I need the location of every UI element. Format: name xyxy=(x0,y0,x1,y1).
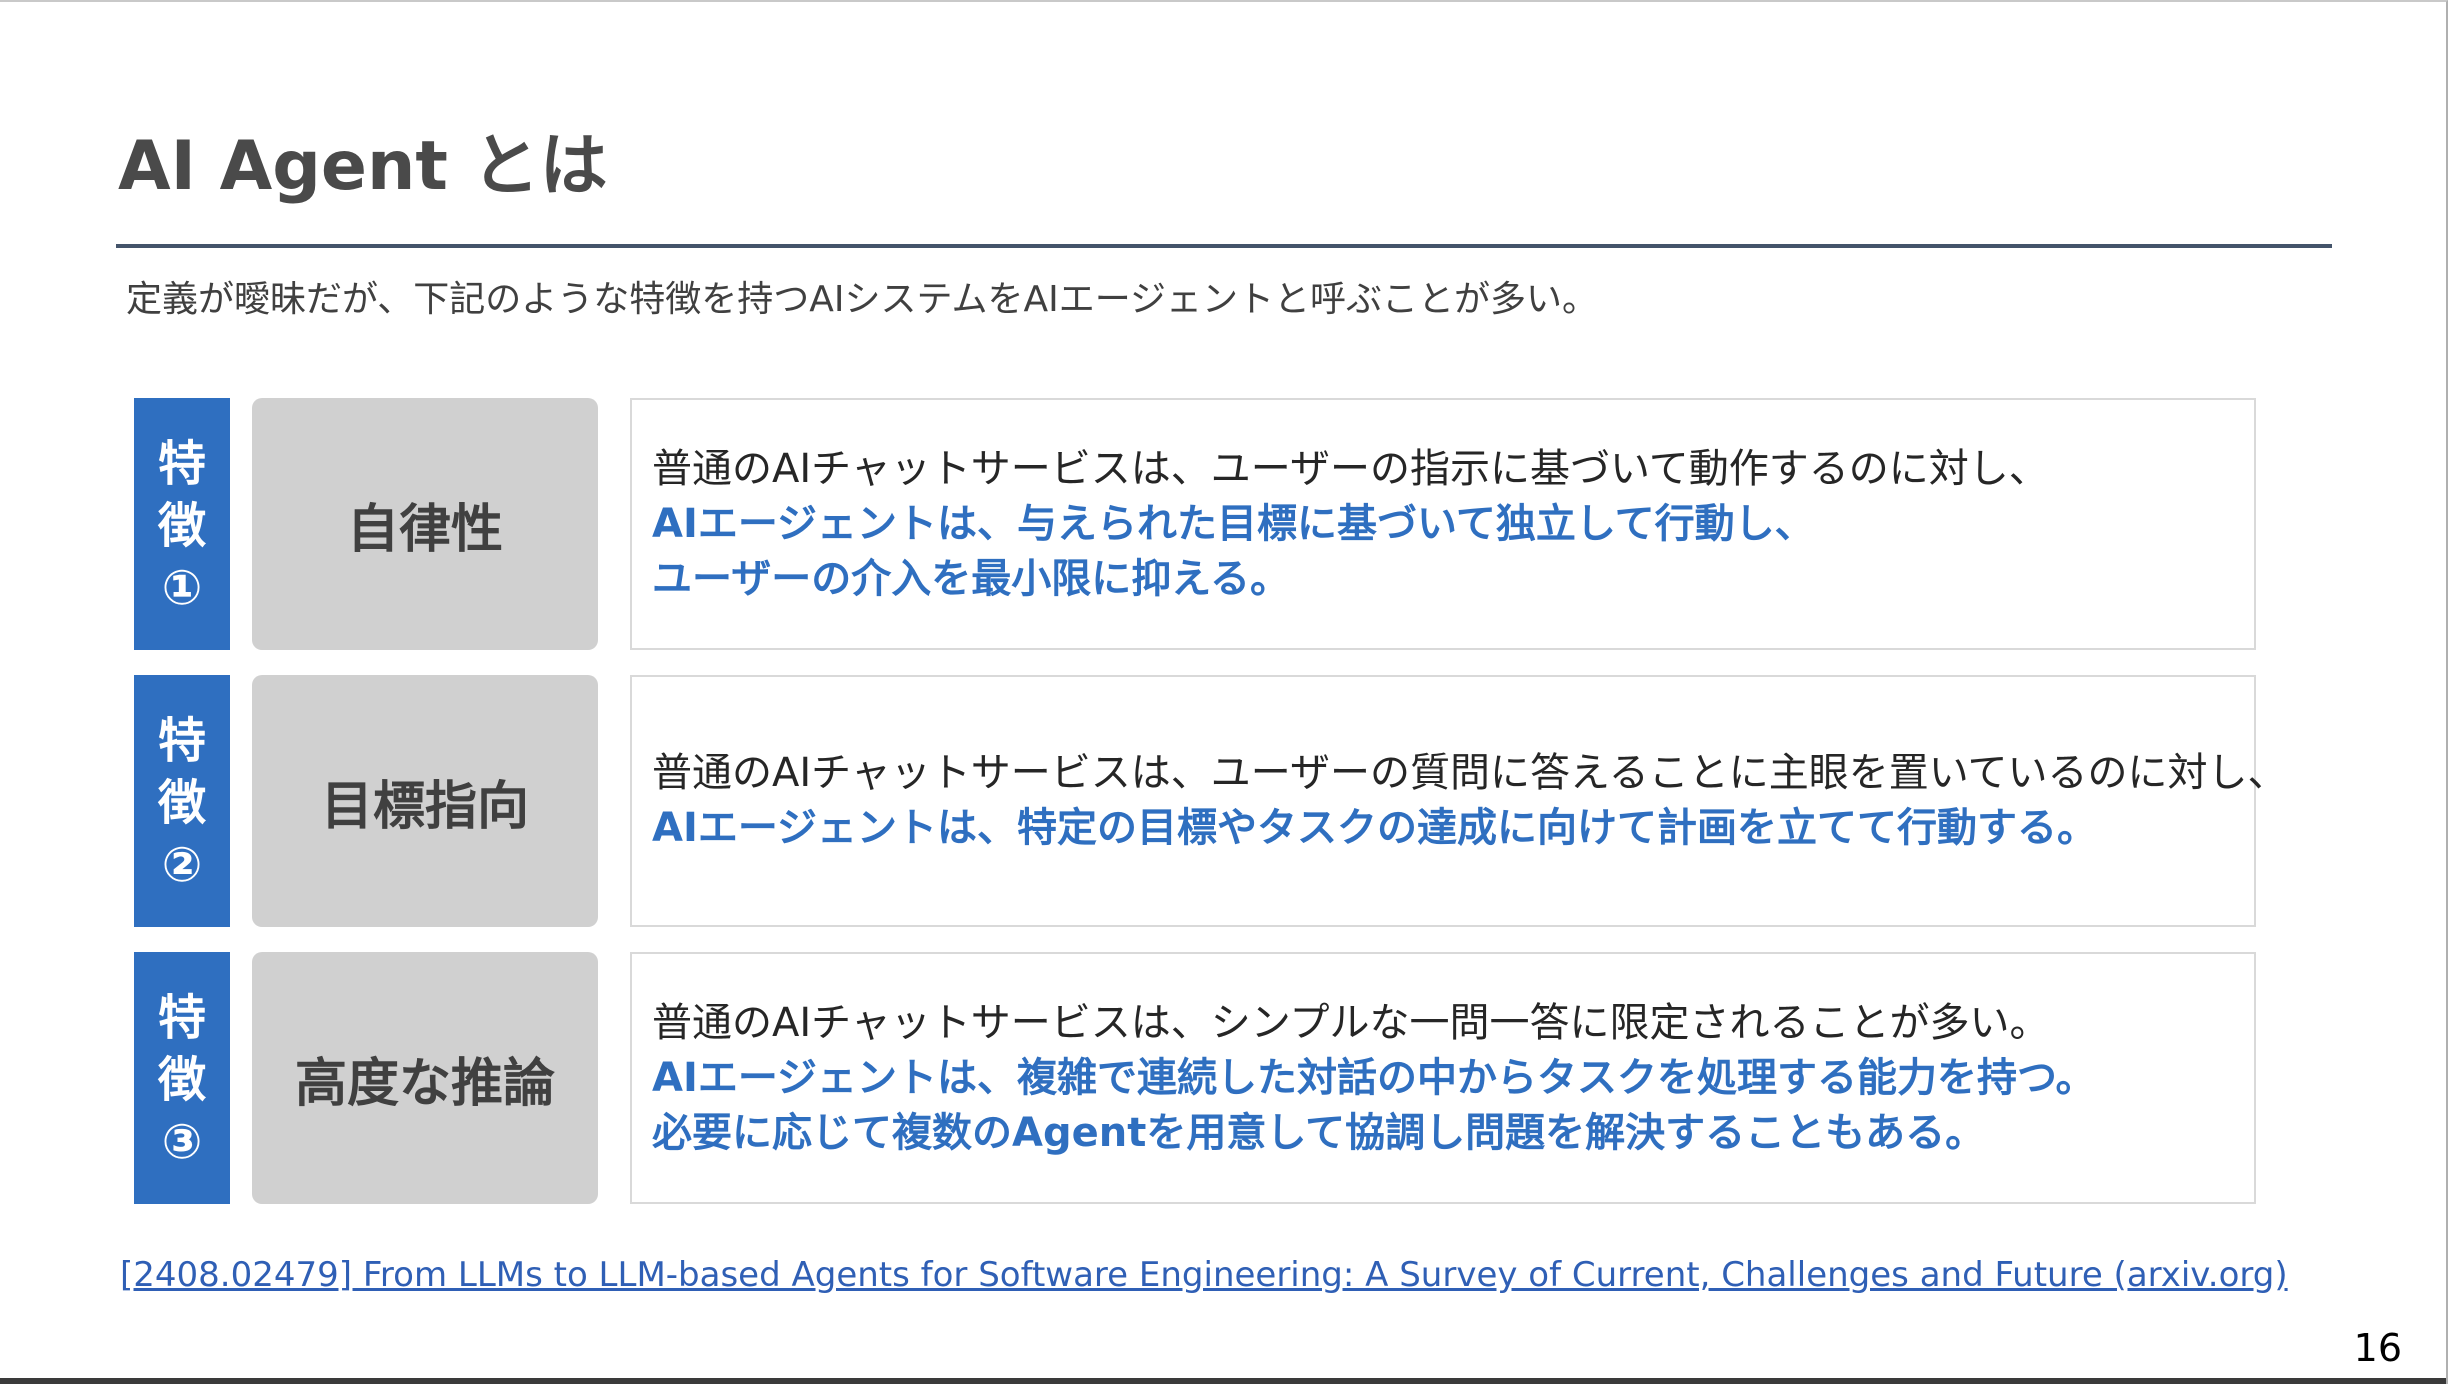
feature-description: 普通のAIチャットサービスは、シンプルな一問一答に限定されることが多い。 AIエ… xyxy=(630,952,2256,1204)
slide: AI Agent とは 定義が曖昧だが、下記のような特徴を持つAIシステムをAI… xyxy=(0,0,2448,1384)
title-divider xyxy=(116,244,2332,248)
feature-badge-number: ③ xyxy=(161,1114,203,1170)
description-highlight-line: ユーザーの介入を最小限に抑える。 xyxy=(652,555,1290,602)
feature-badge-char: 特 xyxy=(157,713,206,769)
feature-row-autonomy: 特 徴 ① 自律性 普通のAIチャットサービスは、ユーザーの指示に基づいて動作す… xyxy=(134,398,2256,650)
feature-description: 普通のAIチャットサービスは、ユーザーの質問に答えることに主眼を置いているのに対… xyxy=(630,675,2288,927)
feature-badge-number: ② xyxy=(161,837,203,893)
feature-badge-char: 徴 xyxy=(157,498,206,554)
description-normal-line: 普通のAIチャットサービスは、ユーザーの指示に基づいて動作するのに対し、 xyxy=(652,445,2049,492)
feature-name: 高度な推論 xyxy=(252,952,598,1204)
feature-name: 目標指向 xyxy=(252,675,598,927)
feature-description: 普通のAIチャットサービスは、ユーザーの指示に基づいて動作するのに対し、 AIエ… xyxy=(630,398,2256,650)
slide-subtitle: 定義が曖昧だが、下記のような特徴を持つAIシステムをAIエージェントと呼ぶことが… xyxy=(126,279,1598,320)
description-highlight-line: 必要に応じて複数のAgentを用意して協調し問題を解決することもある。 xyxy=(652,1109,1986,1156)
description-normal-line: 普通のAIチャットサービスは、シンプルな一問一答に限定されることが多い。 xyxy=(652,999,2050,1046)
feature-badge-number: ① xyxy=(161,560,203,616)
feature-badge: 特 徴 ③ xyxy=(134,952,230,1204)
description-normal-line: 普通のAIチャットサービスは、ユーザーの質問に答えることに主眼を置いているのに対… xyxy=(652,750,2288,796)
feature-badge-char: 特 xyxy=(157,436,206,492)
feature-badge-char: 特 xyxy=(157,990,206,1046)
feature-name: 自律性 xyxy=(252,398,598,650)
feature-row-advanced-reasoning: 特 徴 ③ 高度な推論 普通のAIチャットサービスは、シンプルな一問一答に限定さ… xyxy=(134,952,2256,1204)
description-highlight-line: AIエージェントは、与えられた目標に基づいて独立して行動し、 xyxy=(652,500,1815,547)
description-highlight-line: AIエージェントは、複雑で連続した対話の中からタスクを処理する能力を持つ。 xyxy=(652,1054,2096,1101)
feature-badge-char: 徴 xyxy=(157,775,206,831)
page-number: 16 xyxy=(2353,1326,2402,1370)
reference-link[interactable]: [2408.02479] From LLMs to LLM-based Agen… xyxy=(120,1255,2288,1295)
feature-badge-char: 徴 xyxy=(157,1052,206,1108)
feature-badge: 特 徴 ② xyxy=(134,675,230,927)
feature-badge: 特 徴 ① xyxy=(134,398,230,650)
bottom-edge xyxy=(0,1378,2446,1384)
feature-row-goal-oriented: 特 徴 ② 目標指向 普通のAIチャットサービスは、ユーザーの質問に答えることに… xyxy=(134,675,2288,927)
slide-title: AI Agent とは xyxy=(118,127,608,206)
description-highlight-line: AIエージェントは、特定の目標やタスクの達成に向けて計画を立てて行動する。 xyxy=(652,805,2098,851)
